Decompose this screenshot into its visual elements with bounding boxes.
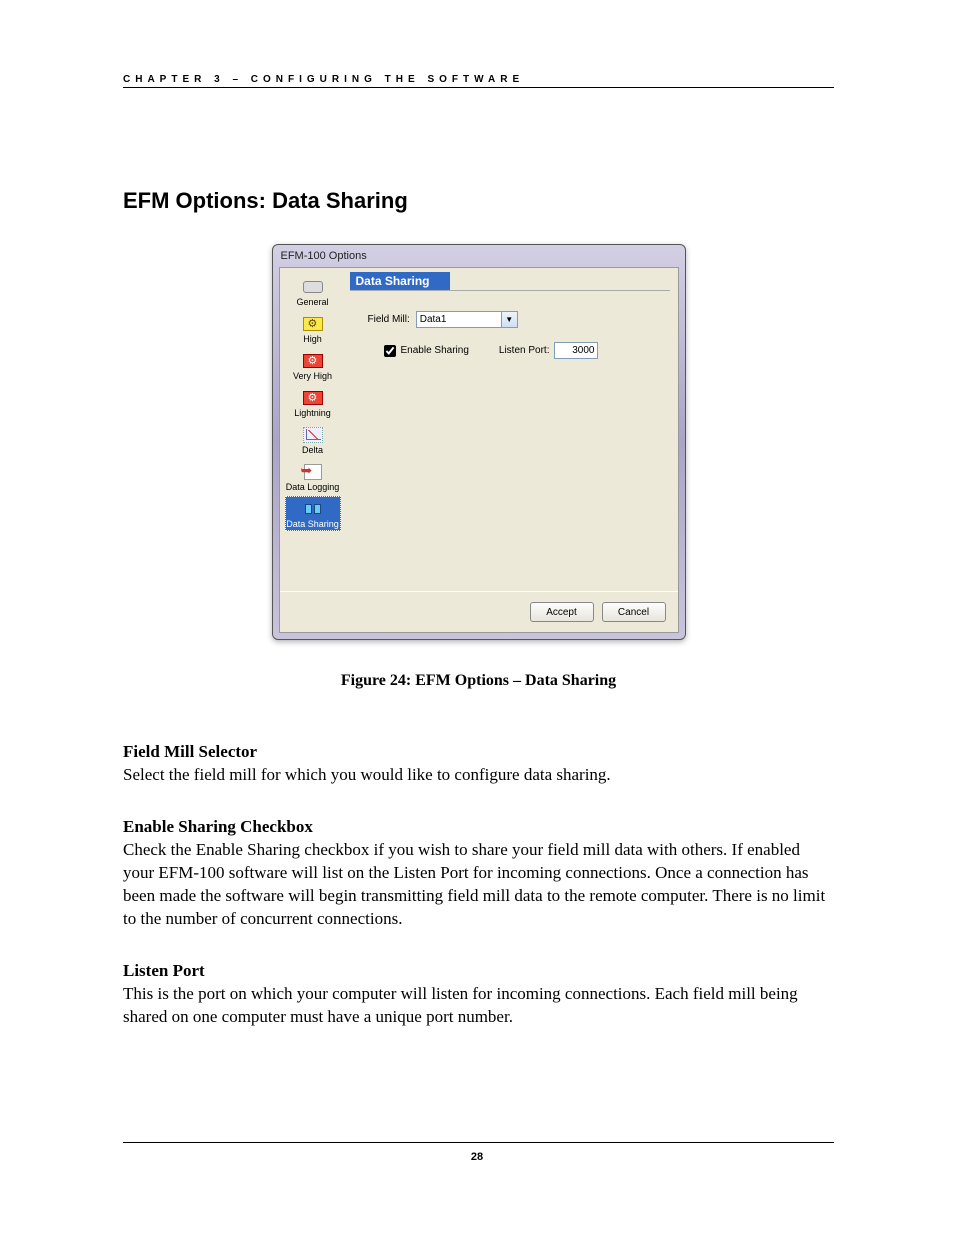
high-icon <box>302 314 324 334</box>
sidebar-item-label: Data Logging <box>286 482 340 492</box>
sidebar-item-label: Very High <box>293 371 332 381</box>
general-icon <box>302 277 324 297</box>
figure-screenshot: EFM-100 Options General High <box>123 244 834 640</box>
very-high-icon <box>302 351 324 371</box>
sidebar-item-lightning[interactable]: Lightning <box>285 385 341 420</box>
footer-divider <box>123 1142 834 1143</box>
lightning-icon <box>302 388 324 408</box>
data-logging-icon <box>302 462 324 482</box>
sidebar-item-general[interactable]: General <box>285 274 341 309</box>
sidebar-item-label: Data Sharing <box>286 519 339 529</box>
sidebar-item-label: Lightning <box>294 408 331 418</box>
page-number: 28 <box>0 1151 954 1163</box>
sidebar-item-data-logging[interactable]: Data Logging <box>285 459 341 494</box>
enable-sharing-label: Enable Sharing <box>401 345 469 356</box>
para-body: This is the port on which your computer … <box>123 983 834 1029</box>
sidebar: General High Very High Lightning <box>280 268 346 591</box>
section-title: EFM Options: Data Sharing <box>123 188 834 214</box>
delta-icon <box>302 425 324 445</box>
sidebar-item-very-high[interactable]: Very High <box>285 348 341 383</box>
listen-port-input[interactable] <box>554 342 598 359</box>
sidebar-item-high[interactable]: High <box>285 311 341 346</box>
dialog-title: EFM-100 Options <box>281 250 367 262</box>
enable-sharing-checkbox[interactable] <box>384 345 396 357</box>
chapter-header: CHAPTER 3 – CONFIGURING THE SOFTWARE <box>123 74 834 88</box>
field-mill-label: Field Mill: <box>368 314 410 325</box>
options-dialog: EFM-100 Options General High <box>272 244 686 640</box>
sidebar-item-label: High <box>303 334 322 344</box>
sidebar-item-label: Delta <box>302 445 323 455</box>
cancel-button[interactable]: Cancel <box>602 602 666 622</box>
field-mill-value[interactable] <box>417 314 501 325</box>
para-body: Select the field mill for which you woul… <box>123 764 834 787</box>
accept-button[interactable]: Accept <box>530 602 594 622</box>
data-sharing-icon <box>302 499 324 519</box>
para-title-field-mill-selector: Field Mill Selector <box>123 742 834 762</box>
listen-port-label: Listen Port: <box>499 345 550 356</box>
para-body: Check the Enable Sharing checkbox if you… <box>123 839 834 931</box>
sidebar-item-delta[interactable]: Delta <box>285 422 341 457</box>
field-mill-dropdown[interactable]: ▼ <box>416 311 518 328</box>
para-title-listen-port: Listen Port <box>123 961 834 981</box>
para-title-enable-sharing: Enable Sharing Checkbox <box>123 817 834 837</box>
figure-caption: Figure 24: EFM Options – Data Sharing <box>123 672 834 690</box>
sidebar-item-label: General <box>296 297 328 307</box>
dialog-titlebar: EFM-100 Options <box>273 245 685 267</box>
content-title: Data Sharing <box>350 272 450 290</box>
chevron-down-icon[interactable]: ▼ <box>501 312 517 327</box>
sidebar-item-data-sharing[interactable]: Data Sharing <box>285 496 341 531</box>
